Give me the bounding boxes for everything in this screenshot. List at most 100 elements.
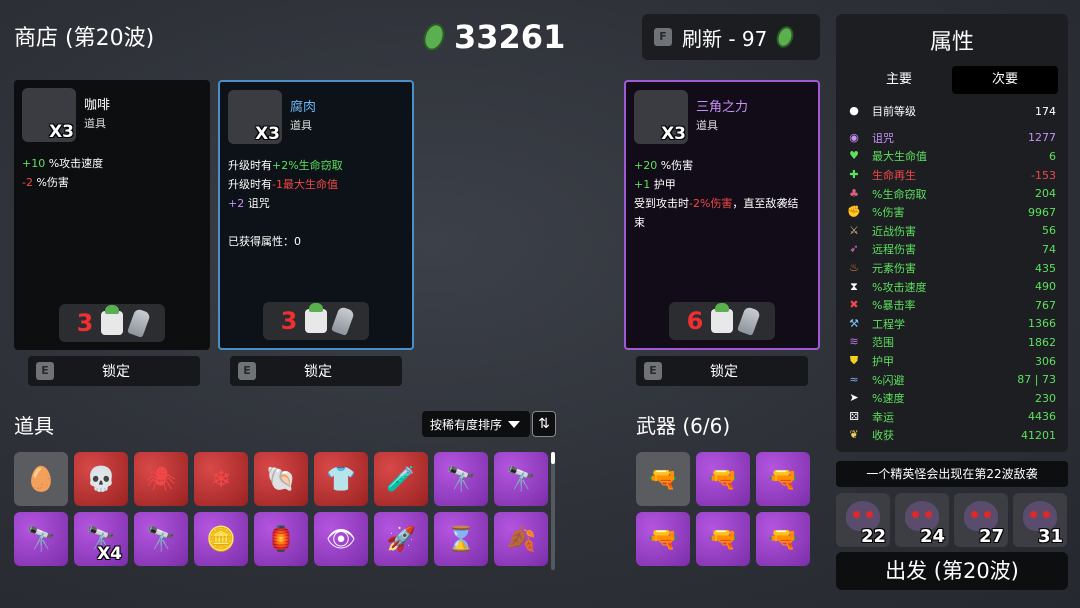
inventory-item[interactable]: 🏮 (254, 512, 308, 566)
item-qty: X3 (661, 124, 686, 144)
effect-text: +2%生命窃取 (272, 159, 343, 172)
inventory-item[interactable]: 🍂 (494, 512, 548, 566)
effect-text: 束 (634, 216, 645, 229)
weapon-slot[interactable]: 🔫 (756, 512, 810, 566)
inventory-item[interactable]: 💀 (74, 452, 128, 506)
armor-icon: ⛊ (849, 354, 859, 368)
effect-line: 受到攻击时-2%伤害，直至敌袭结​ (634, 194, 810, 213)
sort-by-rarity-button[interactable]: 按稀有度排序 (422, 411, 530, 437)
stat-row[interactable]: ◉ 诅咒 1277 (836, 129, 1068, 148)
stat-row[interactable]: ● 目前等级 174 (836, 102, 1068, 121)
stat-row[interactable]: ⚒ 工程学 1366 (836, 315, 1068, 334)
stat-row[interactable]: ⚄ 幸运 4436 (836, 408, 1068, 427)
weapon-slot[interactable]: 🔫 (636, 512, 690, 566)
inventory-item[interactable]: 👕 (314, 452, 368, 506)
inventory-item[interactable]: 🕷 (134, 452, 188, 506)
lock-button[interactable]: E 锁定 (636, 356, 808, 386)
lock-label: 锁定 (710, 364, 738, 380)
inventory-item[interactable]: 🪙 (194, 512, 248, 566)
inventory-item[interactable]: 🚀 (374, 512, 428, 566)
stat-row[interactable]: ✖ %暴击率 767 (836, 296, 1068, 315)
inventory-item[interactable]: 🔭 (134, 512, 188, 566)
weapon-slot[interactable]: 🔫 (696, 452, 750, 506)
lock-label: 锁定 (304, 364, 332, 380)
tab-secondary-stats[interactable]: 次要 (952, 66, 1058, 94)
inventory-item[interactable]: ❄ (194, 452, 248, 506)
elemental-icon: ♨ (849, 261, 859, 275)
stat-row[interactable]: ✊ %伤害 9967 (836, 203, 1068, 222)
item-price: 3 (280, 307, 298, 335)
test-tube-icon: 🧪 (386, 465, 416, 493)
sort-order-toggle[interactable]: ⇅ (532, 411, 556, 437)
weapon-slot[interactable]: 🔫 (636, 452, 690, 506)
weapons-grid: 🔫 🔫 🔫 🔫 🔫 🔫 (636, 452, 810, 566)
stat-row[interactable]: ⛊ 护甲 306 (836, 352, 1068, 371)
weapon-slot[interactable]: 🔫 (696, 512, 750, 566)
speed-icon: ➤ (849, 391, 859, 405)
engineering-icon: ⚒ (849, 316, 859, 330)
weapons-title: 武器 (6/6) (636, 414, 731, 438)
shop-card[interactable]: X3三角之力道具+20 %伤害​+1 护甲​受到攻击时-2%伤害，直至敌袭结​束… (624, 80, 820, 350)
elite-boss-preview[interactable]: 27 (954, 493, 1008, 547)
stat-value: 204 (1035, 187, 1056, 201)
inventory-item[interactable]: 🔭 (14, 512, 68, 566)
lock-button[interactable]: E 锁定 (230, 356, 402, 386)
weapon-slot[interactable]: 🔫 (756, 452, 810, 506)
shop-title: 商店 (第20波) (14, 26, 155, 51)
inventory-item[interactable]: 🔭 X4 (74, 512, 128, 566)
scrollbar-thumb[interactable] (551, 452, 555, 464)
inventory-item[interactable]: 👁 (314, 512, 368, 566)
stat-row[interactable]: ♥ 最大生命值 6 (836, 147, 1068, 166)
shop-card[interactable]: X3腐肉道具升级时有+2%生命窃取​升级时有-1最大生命值​+2 诅咒​​已获得… (218, 80, 414, 350)
stat-value: 9967 (1028, 205, 1056, 219)
buy-button[interactable]: 3 (263, 302, 369, 340)
refresh-button[interactable]: F 刷新 - 97 (642, 14, 820, 60)
effect-text: -1最大生命值 (272, 178, 338, 191)
stat-row[interactable]: ≋ 范围 1862 (836, 333, 1068, 352)
stat-label: 远程伤害 (872, 243, 916, 257)
stat-row[interactable]: ♨ 元素伤害 435 (836, 259, 1068, 278)
effect-line: ​ (228, 213, 404, 232)
boss-waves: 22 24 27 31 (836, 493, 1067, 547)
item-type: 道具 (696, 119, 718, 132)
egg-icon: 🥚 (26, 465, 56, 493)
stat-row[interactable]: ✚ 生命再生 -153 (836, 166, 1068, 185)
stat-label: %生命窃取 (872, 187, 927, 201)
stat-row[interactable]: ⚔ 近战伤害 56 (836, 222, 1068, 241)
stat-row[interactable]: ❦ 收获 41201 (836, 426, 1068, 445)
inventory-item[interactable]: 🔭 (494, 452, 548, 506)
inventory-item[interactable]: 🥚 (14, 452, 68, 506)
effect-text: 已获得属性：0 (228, 235, 301, 248)
currency-display: 33261 (419, 18, 565, 56)
stat-row[interactable]: ➤ %速度 230 (836, 389, 1068, 408)
buy-button[interactable]: 6 (669, 302, 775, 340)
elite-boss-preview[interactable]: 31 (1013, 493, 1067, 547)
effect-text: -2%伤害 (689, 197, 733, 210)
heart-icon: ♥ (849, 149, 859, 163)
stat-row[interactable]: ⧗ %攻击速度 490 (836, 277, 1068, 296)
elite-boss-preview[interactable]: 22 (836, 493, 890, 547)
boss-wave-number: 27 (978, 526, 1004, 547)
item-name: 腐肉 (290, 100, 317, 115)
lock-button[interactable]: E 锁定 (28, 356, 200, 386)
items-scrollbar[interactable] (551, 452, 555, 570)
inventory-item[interactable]: ⌛ (434, 512, 488, 566)
item-type: 道具 (290, 119, 312, 132)
stats-panel: 属性 主要 次要 ● 目前等级 174 ◉ 诅咒 1277 ♥ 最大生命值 6 ✚ 生命再生 -153… (836, 14, 1068, 452)
minigun-icon: 🔫 (768, 525, 798, 553)
stat-row[interactable]: ♣ %生命窃取 204 (836, 184, 1068, 203)
shop-card[interactable]: X3 咖啡道具 +10 %攻击速度​-2 %伤害​ 3 (14, 80, 210, 350)
stat-row[interactable]: ≈ %闪避 87 | 73 (836, 370, 1068, 389)
buy-button[interactable]: 3 (59, 304, 165, 342)
material-bag-icon (711, 303, 734, 333)
stat-row[interactable]: ➶ 远程伤害 74 (836, 240, 1068, 259)
stat-label: 目前等级 (872, 105, 916, 119)
elite-boss-preview[interactable]: 24 (895, 493, 949, 547)
tab-primary-stats[interactable]: 主要 (846, 66, 952, 94)
inventory-item[interactable]: 🔭 (434, 452, 488, 506)
minigun-icon: 🔫 (708, 465, 738, 493)
go-button[interactable]: 出发 (第20波) (836, 552, 1068, 590)
effect-text: +20 (634, 159, 658, 172)
inventory-item[interactable]: 🧪 (374, 452, 428, 506)
inventory-item[interactable]: 🐚 (254, 452, 308, 506)
